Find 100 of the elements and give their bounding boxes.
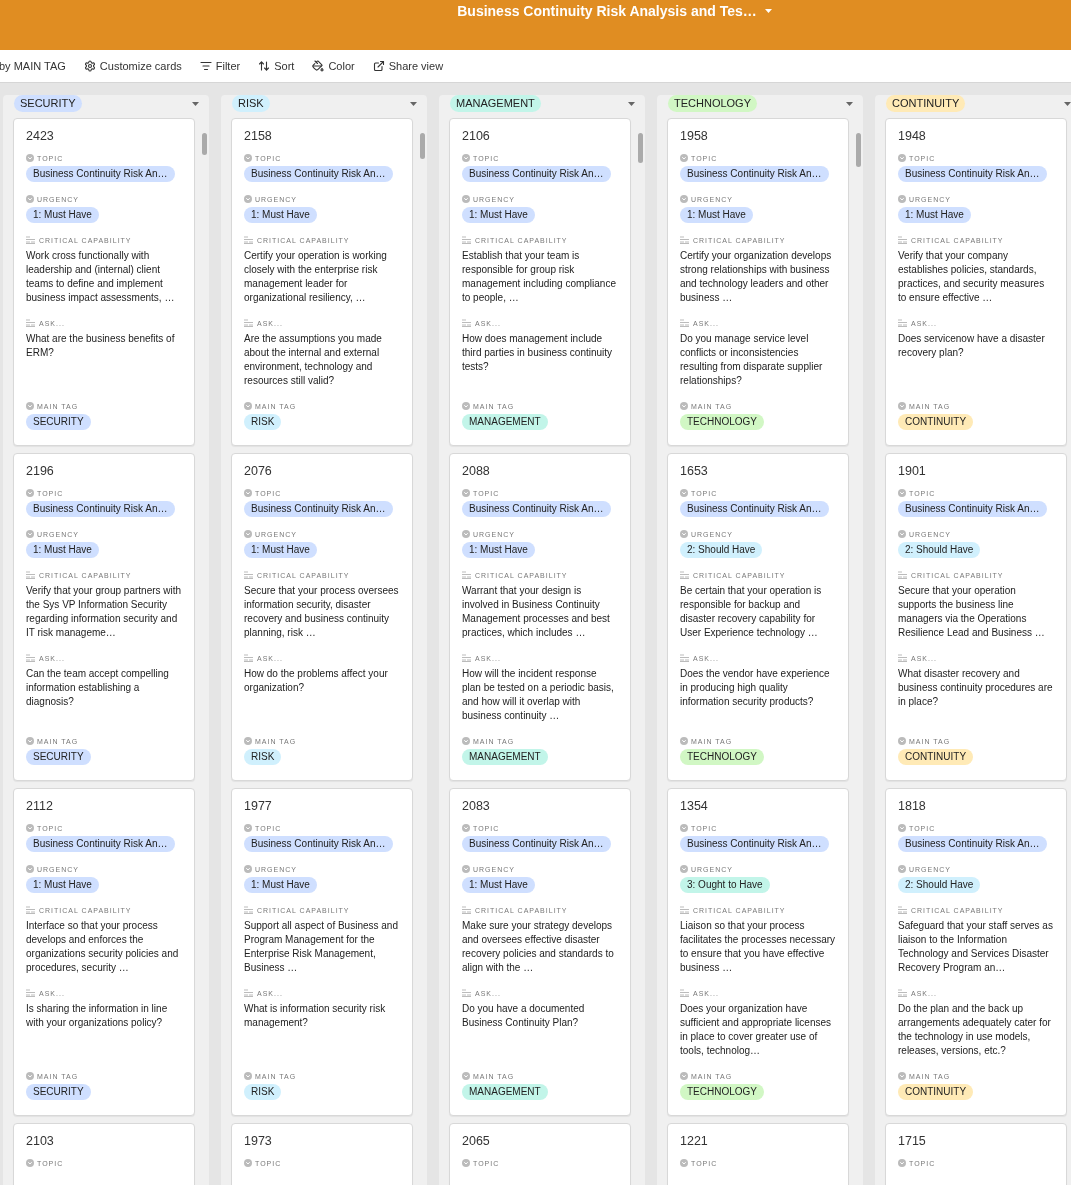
field-tag: CONTINUITY [898, 414, 974, 430]
field-tag: Business Continuity Risk An… [26, 501, 175, 517]
dropdown-field-icon [244, 489, 252, 497]
toolbar-button[interactable]: Sort [258, 60, 295, 72]
dropdown-field-icon [244, 1072, 252, 1080]
long-text-field-icon [26, 989, 36, 997]
field-tag: MANAGEMENT [462, 749, 548, 765]
dropdown-field-icon [898, 824, 906, 832]
record-number: 1221 [680, 1133, 709, 1150]
field-tag: Business Continuity Risk An… [680, 501, 829, 517]
dropdown-field-icon [680, 402, 688, 410]
long-text-field-icon [898, 236, 908, 244]
toolbar-button[interactable]: Share view [372, 60, 444, 72]
field-tag: 2: Should Have [898, 877, 981, 893]
record-card[interactable] [13, 118, 195, 446]
field-tag: 1: Must Have [244, 877, 317, 893]
dropdown-field-icon [462, 195, 470, 203]
dropdown-field-icon [898, 154, 906, 162]
field-tag: 1: Must Have [26, 542, 99, 558]
dropdown-field-icon [462, 737, 470, 745]
long-text-field-icon [462, 571, 472, 579]
field-tag: 1: Must Have [244, 542, 317, 558]
scrollbar[interactable] [420, 133, 425, 159]
field-text: Support all aspect of Business and Program Management for the Enterprise Risk Management, Business … [244, 919, 399, 975]
field-text: Secure that your process oversees information security, disaster recovery and business continuity planning, risk … [244, 584, 400, 640]
record-number: 1958 [680, 128, 709, 145]
dropdown-field-icon [680, 530, 688, 538]
dropdown-field-icon [680, 1072, 688, 1080]
dropdown-field-icon [462, 1072, 470, 1080]
long-text-field-icon [680, 654, 690, 662]
scrollbar[interactable] [856, 133, 861, 167]
record-card[interactable] [13, 788, 195, 1116]
record-card[interactable] [231, 118, 413, 446]
record-card[interactable] [231, 453, 413, 781]
dropdown-field-icon [244, 737, 252, 745]
record-number: 2423 [26, 128, 55, 145]
dropdown-field-icon [26, 1159, 34, 1167]
column-tag: MANAGEMENT [450, 95, 541, 112]
field-text: Establish that your team is responsible for group risk management including compliance to people, … [462, 249, 617, 305]
dropdown-field-icon [244, 1159, 252, 1167]
record-card[interactable] [885, 453, 1067, 781]
dropdown-field-icon [898, 530, 906, 538]
record-number: 2106 [462, 128, 491, 145]
dropdown-field-icon [462, 154, 470, 162]
field-tag: Business Continuity Risk An… [462, 501, 611, 517]
long-text-field-icon [680, 319, 690, 327]
scrollbar[interactable] [202, 133, 207, 155]
field-tag: SECURITY [26, 749, 91, 765]
field-text: What are the business benefits of ERM? [26, 332, 176, 360]
field-tag: 2: Should Have [898, 542, 981, 558]
field-text: Make sure your strategy develops and oversees effective disaster recovery policies and standards to align with the … [462, 919, 615, 975]
field-text: Is sharing the information in line with your organizations policy? [26, 1002, 169, 1030]
record-card[interactable] [449, 118, 631, 446]
toolbar-button[interactable]: Filter [199, 60, 241, 72]
record-card[interactable] [885, 118, 1067, 446]
field-tag: TECHNOLOGY [680, 1084, 764, 1100]
field-text: Safeguard that your staff serves as liaison to the Information Technology and Services Disaster Recovery Program an… [898, 919, 1054, 975]
field-tag: MANAGEMENT [462, 414, 548, 430]
filter-icon [199, 60, 212, 72]
scrollbar[interactable] [638, 133, 643, 163]
dropdown-field-icon [898, 1159, 906, 1167]
external-link-icon [372, 60, 385, 72]
field-tag: Business Continuity Risk An… [244, 166, 393, 182]
record-number: 1948 [898, 128, 927, 145]
dropdown-field-icon [462, 489, 470, 497]
settings-icon [83, 60, 96, 72]
field-text: Be certain that your operation is responsible for backup and disaster recovery capability for User Experience technology … [680, 584, 823, 640]
record-card[interactable] [885, 788, 1067, 1116]
toolbar-button[interactable]: Customize cards [83, 60, 182, 72]
field-text: How does management include third parties in business continuity tests? [462, 332, 614, 374]
field-text: What disaster recovery and business continuity procedures are in place? [898, 667, 1054, 709]
sort-icon [258, 60, 271, 72]
field-tag: Business Continuity Risk An… [462, 836, 611, 852]
long-text-field-icon [898, 319, 908, 327]
field-tag: Business Continuity Risk An… [898, 501, 1047, 517]
dropdown-field-icon [898, 737, 906, 745]
long-text-field-icon [680, 906, 690, 914]
record-card[interactable] [13, 453, 195, 781]
record-number: 2158 [244, 128, 273, 145]
record-card[interactable] [667, 453, 849, 781]
dropdown-field-icon [244, 530, 252, 538]
toolbar-button[interactable]: Color [312, 60, 355, 72]
caret-icon [846, 101, 853, 106]
field-text: Does the vendor have experience in producing high quality information security products? [680, 667, 831, 709]
caret-icon [1064, 101, 1071, 106]
long-text-field-icon [244, 989, 254, 997]
record-number: 2065 [462, 1133, 491, 1150]
record-card[interactable] [449, 453, 631, 781]
field-tag: Business Continuity Risk An… [26, 836, 175, 852]
long-text-field-icon [244, 236, 254, 244]
record-number: 2076 [244, 463, 273, 480]
field-tag: SECURITY [26, 1084, 91, 1100]
field-text: Certify your organization develops strong relationships with business and technology leaders and other business … [680, 249, 833, 305]
record-card[interactable] [667, 118, 849, 446]
long-text-field-icon [680, 571, 690, 579]
record-card[interactable] [449, 788, 631, 1116]
dropdown-field-icon [26, 489, 34, 497]
record-card[interactable] [231, 788, 413, 1116]
dropdown-field-icon [26, 1072, 34, 1080]
record-card[interactable] [667, 788, 849, 1116]
